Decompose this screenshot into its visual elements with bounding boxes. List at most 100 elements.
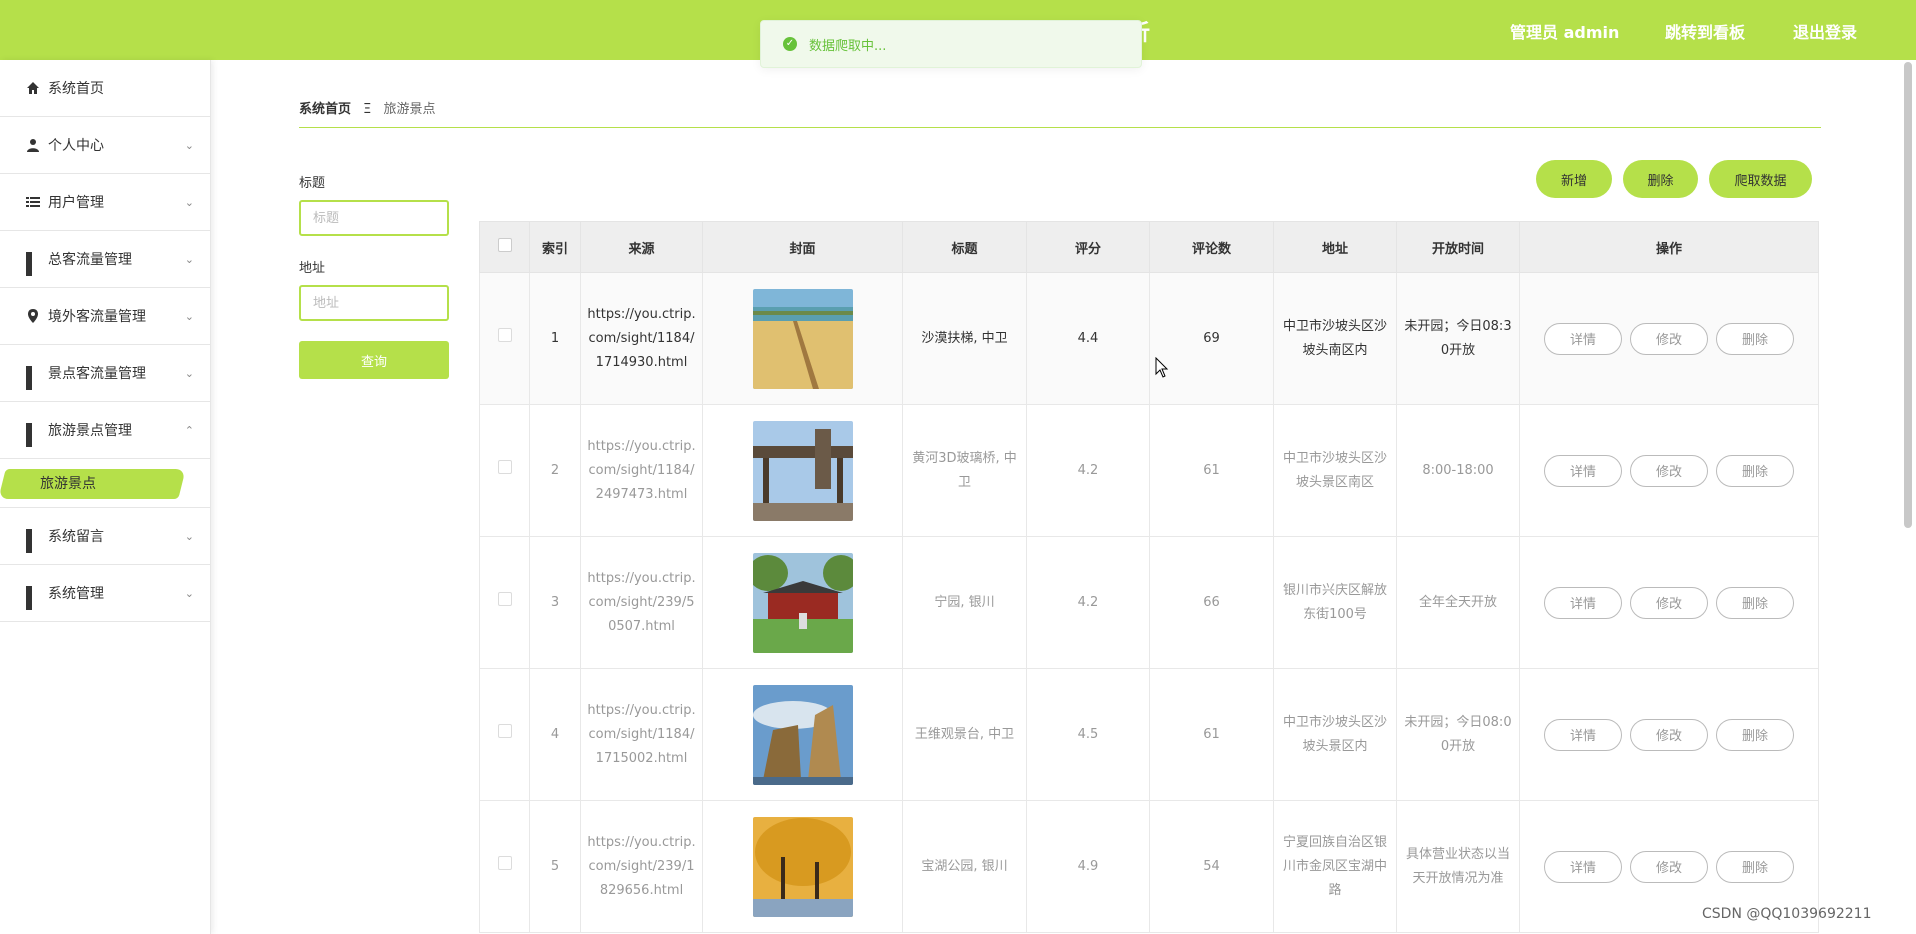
hours-cell: 具体营业状态以当天开放情况为准 [1396,800,1520,933]
chevron-down-icon: ⌄ [184,139,194,152]
hours-cell: 8:00-18:00 [1396,404,1520,537]
edit-button[interactable]: 修改 [1630,454,1708,487]
edit-button[interactable]: 修改 [1630,586,1708,619]
delete-button[interactable]: 删除 [1716,718,1794,751]
select-all-cell[interactable] [479,221,530,273]
delete-button[interactable]: 删除 [1716,586,1794,619]
title-search-input[interactable] [299,200,449,236]
column-header: 标题 [902,221,1027,273]
title-cell: 宝湖公园, 银川 [902,800,1027,933]
row-checkbox[interactable] [497,327,512,342]
sidebar-menu: 系统首页 个人中心 ⌄ 用户管理 ⌄ 总客流量管理 ⌄ 境外客流量管理 ⌄ 景点… [0,60,211,934]
delete-button[interactable]: 删除 [1716,454,1794,487]
breadcrumb-separator: Ξ [363,102,372,117]
operations-cell: 详情 修改 删除 [1519,668,1819,801]
crawl-data-button[interactable]: 爬取数据 [1709,160,1812,198]
sidebar-subitem-scenic-spots[interactable]: 旅游景点 [0,459,210,508]
sidebar-item-system-management[interactable]: 系统管理 ⌄ [0,565,210,622]
hours-cell: 未开园；今日08:00开放 [1396,668,1520,801]
row-checkbox[interactable] [497,723,512,738]
sidebar-item-home[interactable]: 系统首页 [0,60,210,117]
comments-cell: 69 [1149,272,1274,405]
chevron-down-icon: ⌄ [184,196,194,209]
address-filter-label: 地址 [299,261,326,276]
detail-button[interactable]: 详情 [1544,322,1622,355]
grid-icon [26,252,40,276]
select-all-checkbox[interactable] [497,238,512,252]
cover-cell [702,272,903,405]
admin-user-label[interactable]: 管理员 admin [1510,19,1619,43]
sidebar-item-total-flow[interactable]: 总客流量管理 ⌄ [0,231,210,288]
address-cell: 银川市兴庆区解放东街100号 [1273,536,1397,669]
rating-cell: 4.2 [1026,404,1150,537]
batch-delete-button[interactable]: 删除 [1623,160,1698,198]
chevron-down-icon: ⌄ [184,310,194,323]
delete-button[interactable]: 删除 [1716,850,1794,883]
address-cell: 中卫市沙坡头区沙坡头景区南区 [1273,404,1397,537]
detail-button[interactable]: 详情 [1544,850,1622,883]
dashboard-link[interactable]: 跳转到看板 [1665,19,1745,43]
index-cell: 5 [529,800,581,933]
add-button[interactable]: 新增 [1536,160,1612,198]
grid-icon [26,366,40,390]
rating-cell: 4.5 [1026,668,1150,801]
desert-slide-photo [752,288,853,389]
page-scrollbar[interactable] [1904,62,1912,528]
comments-cell: 66 [1149,536,1274,669]
row-checkbox[interactable] [497,459,512,474]
crawling-toast: ✓ 数据爬取中... [760,20,1142,68]
sidebar-item-scenic-management[interactable]: 旅游景点管理 ⌃ [0,402,210,459]
detail-button[interactable]: 详情 [1544,586,1622,619]
title-cell: 黄河3D玻璃桥, 中卫 [902,404,1027,537]
address-cell: 宁夏回族自治区银川市金凤区宝湖中路 [1273,800,1397,933]
grid-icon [26,586,40,610]
index-cell: 2 [529,404,581,537]
breadcrumb-current: 旅游景点 [383,102,436,117]
sidebar-item-label: 用户管理 [48,195,104,211]
sidebar-item-personal-center[interactable]: 个人中心 ⌄ [0,117,210,174]
detail-button[interactable]: 详情 [1544,718,1622,751]
rating-cell: 4.9 [1026,800,1150,933]
hours-cell: 未开园；今日08:30开放 [1396,272,1520,405]
detail-button[interactable]: 详情 [1544,454,1622,487]
sidebar-item-label: 总客流量管理 [48,252,132,268]
toast-message: 数据爬取中... [809,38,887,54]
logout-link[interactable]: 退出登录 [1793,19,1857,43]
cover-cell [702,668,903,801]
source-cell: https://you.ctrip.com/sight/239/1829656.… [580,800,703,933]
query-button[interactable]: 查询 [299,341,449,379]
column-header: 操作 [1519,221,1819,273]
table-row: 2 https://you.ctrip.com/sight/1184/24974… [479,404,1819,537]
column-header: 评分 [1026,221,1150,273]
edit-button[interactable]: 修改 [1630,322,1708,355]
index-cell: 4 [529,668,581,801]
yellow-river-bridge-photo [752,420,853,521]
sidebar-item-messages[interactable]: 系统留言 ⌄ [0,508,210,565]
watermark-text: CSDN @QQ1039692211 [1702,906,1872,922]
source-cell: https://you.ctrip.com/sight/239/50507.ht… [580,536,703,669]
mouse-cursor-icon [1155,357,1169,378]
address-search-input[interactable] [299,285,449,321]
sidebar-item-user-management[interactable]: 用户管理 ⌄ [0,174,210,231]
edit-button[interactable]: 修改 [1630,718,1708,751]
delete-button[interactable]: 删除 [1716,322,1794,355]
sidebar-item-label: 境外客流量管理 [48,309,146,325]
sidebar-item-label: 系统管理 [48,586,104,602]
row-checkbox[interactable] [497,855,512,870]
list-icon [26,197,40,207]
sidebar-item-scenic-flow[interactable]: 景点客流量管理 ⌄ [0,345,210,402]
breadcrumb-home[interactable]: 系统首页 [299,102,351,117]
operations-cell: 详情 修改 删除 [1519,272,1819,405]
grid-icon [26,529,40,553]
source-cell: https://you.ctrip.com/sight/1184/1714930… [580,272,703,405]
edit-button[interactable]: 修改 [1630,850,1708,883]
ning-garden-photo [752,552,853,653]
title-cell: 沙漠扶梯, 中卫 [902,272,1027,405]
cover-cell [702,536,903,669]
row-checkbox[interactable] [497,591,512,606]
sidebar-item-label: 系统留言 [48,529,104,545]
sidebar-item-foreign-flow[interactable]: 境外客流量管理 ⌄ [0,288,210,345]
cover-cell [702,404,903,537]
table-header-row: 索引 来源 封面 标题 评分 评论数 地址 开放时间 操作 [479,221,1819,273]
address-cell: 中卫市沙坡头区沙坡头景区内 [1273,668,1397,801]
